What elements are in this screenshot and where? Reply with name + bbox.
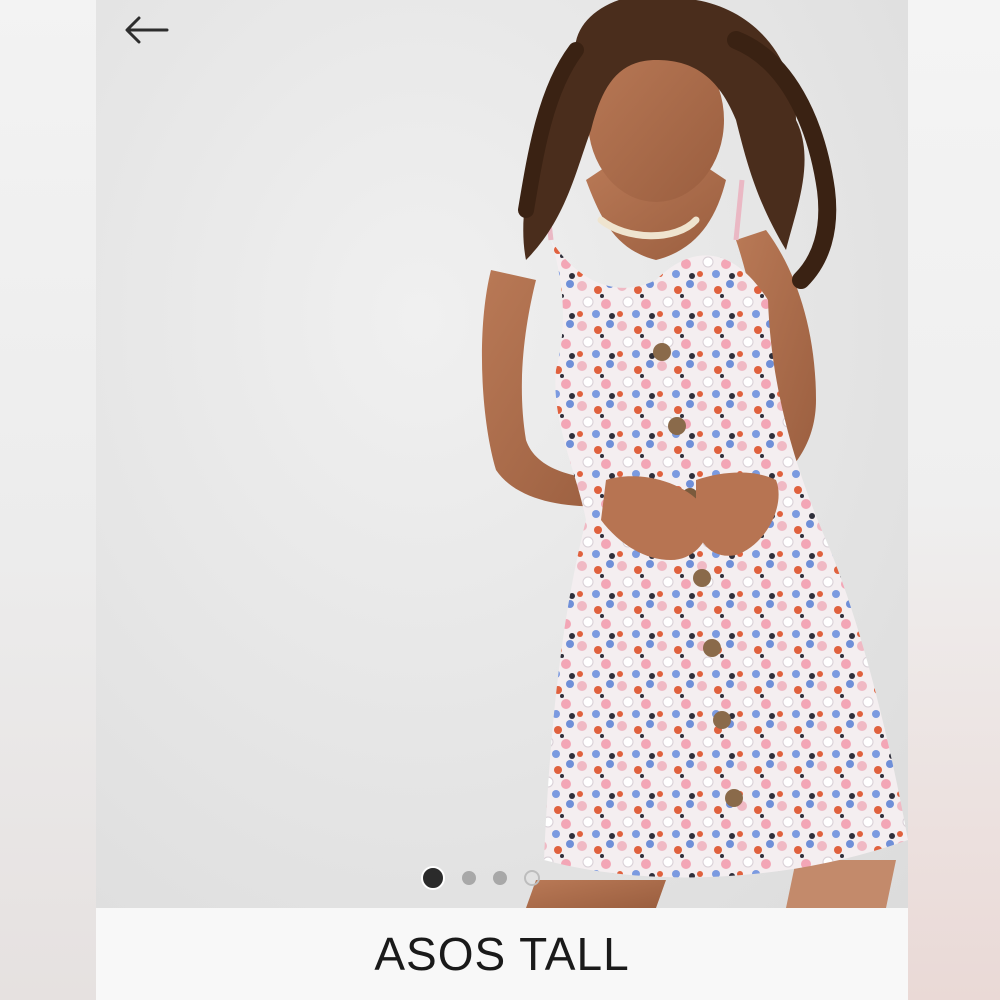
back-button[interactable] <box>118 10 174 50</box>
model-illustration <box>481 0 908 908</box>
brand-bar: ASOS TALL <box>96 908 908 1000</box>
arrow-left-icon <box>125 16 169 44</box>
carousel-dot[interactable] <box>421 866 445 890</box>
brand-name[interactable]: ASOS TALL <box>374 927 629 981</box>
carousel-dot[interactable] <box>524 870 540 886</box>
product-image[interactable] <box>96 0 908 908</box>
carousel-dot[interactable] <box>462 871 476 885</box>
carousel-dot[interactable] <box>493 871 507 885</box>
background-blur-left <box>0 0 96 1000</box>
background-blur-right <box>908 0 1000 1000</box>
product-card: ASOS TALL <box>96 0 908 1000</box>
carousel-indicator <box>421 866 540 890</box>
